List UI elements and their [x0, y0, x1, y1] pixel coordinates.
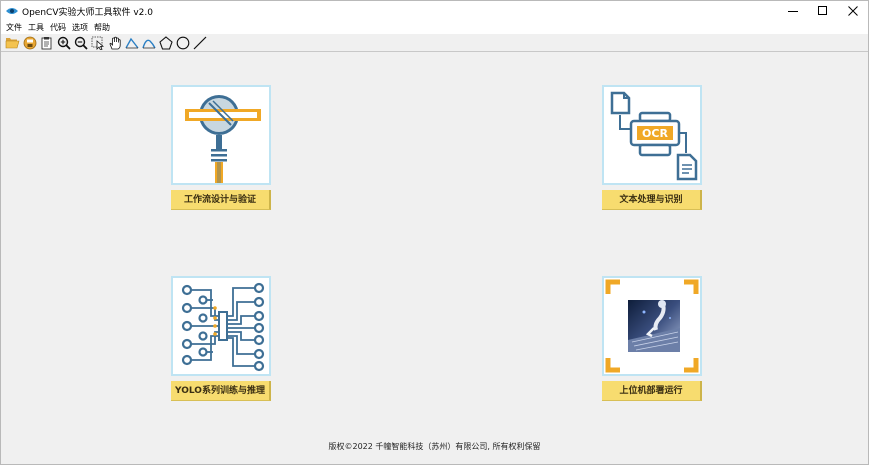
toolbar [1, 34, 868, 52]
card-deploy-label[interactable]: 上位机部署运行 [602, 381, 702, 401]
card-deploy[interactable]: 上位机部署运行 [602, 276, 702, 402]
magnifier-icon [185, 95, 261, 183]
zoom-out-icon [74, 36, 88, 50]
zoom-out-button[interactable] [72, 35, 89, 51]
close-button[interactable] [838, 1, 868, 21]
clipboard-icon [41, 36, 51, 49]
zoom-in-icon [57, 36, 71, 50]
line-draw-tool-button[interactable] [123, 35, 140, 51]
card-workflow[interactable]: 工作流设计与验证 [171, 85, 271, 211]
line-icon [193, 36, 206, 49]
card-workflow-label[interactable]: 工作流设计与验证 [171, 190, 271, 210]
card-yolo-label[interactable]: YOLO系列训练与推理 [171, 381, 271, 401]
polygon-icon [158, 35, 173, 50]
circle-icon [176, 36, 189, 49]
paste-button[interactable] [38, 35, 55, 51]
select-icon [91, 36, 104, 50]
pan-tool-button[interactable] [106, 35, 123, 51]
minimize-icon [788, 11, 798, 12]
circle-tool-button[interactable] [174, 35, 191, 51]
app-window: OpenCV实验大师工具软件 v2.0 文件 工具 代码 选项 帮助 工作流设计… [0, 0, 869, 465]
card-yolo[interactable]: YOLO系列训练与推理 [171, 276, 271, 402]
menu-bar: 文件 工具 代码 选项 帮助 [1, 21, 868, 34]
open-folder-icon [5, 38, 20, 49]
window-title: OpenCV实验大师工具软件 v2.0 [22, 7, 153, 18]
app-logo-icon [4, 4, 20, 18]
card-yolo-thumbnail[interactable] [171, 276, 271, 376]
card-deploy-thumbnail[interactable] [602, 276, 702, 376]
draw-line-tool-icon [124, 37, 139, 48]
polygon-tool-button[interactable] [157, 35, 174, 51]
zoom-in-button[interactable] [55, 35, 72, 51]
menu-code[interactable]: 代码 [47, 21, 69, 34]
open-button[interactable] [4, 35, 21, 51]
robot-photo-icon [605, 279, 699, 373]
hand-icon [109, 36, 121, 49]
main-area: 工作流设计与验证 OCR 文本处理与识别 YOLO系列训练与推理 上位机部署运行… [1, 53, 868, 464]
draw-curve-tool-icon [141, 39, 156, 48]
maximize-icon [818, 6, 827, 15]
neural-network-icon [181, 282, 265, 372]
card-ocr-label[interactable]: 文本处理与识别 [602, 190, 702, 210]
copyright-footer: 版权©2022 千幢智能科技（苏州）有限公司, 所有权利保留 [328, 442, 541, 451]
save-icon [23, 36, 36, 49]
line-tool-button[interactable] [191, 35, 208, 51]
close-icon [848, 6, 858, 16]
save-button[interactable] [21, 35, 38, 51]
card-workflow-thumbnail[interactable] [171, 85, 271, 185]
menu-help[interactable]: 帮助 [91, 21, 113, 34]
card-ocr-thumbnail[interactable]: OCR [602, 85, 702, 185]
menu-file[interactable]: 文件 [3, 21, 25, 34]
menu-options[interactable]: 选项 [69, 21, 91, 34]
card-ocr[interactable]: OCR 文本处理与识别 [602, 85, 702, 211]
ocr-icon: OCR [610, 91, 698, 181]
maximize-button[interactable] [808, 1, 838, 21]
title-bar[interactable]: OpenCV实验大师工具软件 v2.0 [1, 1, 868, 21]
ocr-text: OCR [642, 127, 668, 140]
minimize-button[interactable] [778, 1, 808, 21]
menu-tools[interactable]: 工具 [25, 21, 47, 34]
select-tool-button[interactable] [89, 35, 106, 51]
curve-draw-tool-button[interactable] [140, 35, 157, 51]
